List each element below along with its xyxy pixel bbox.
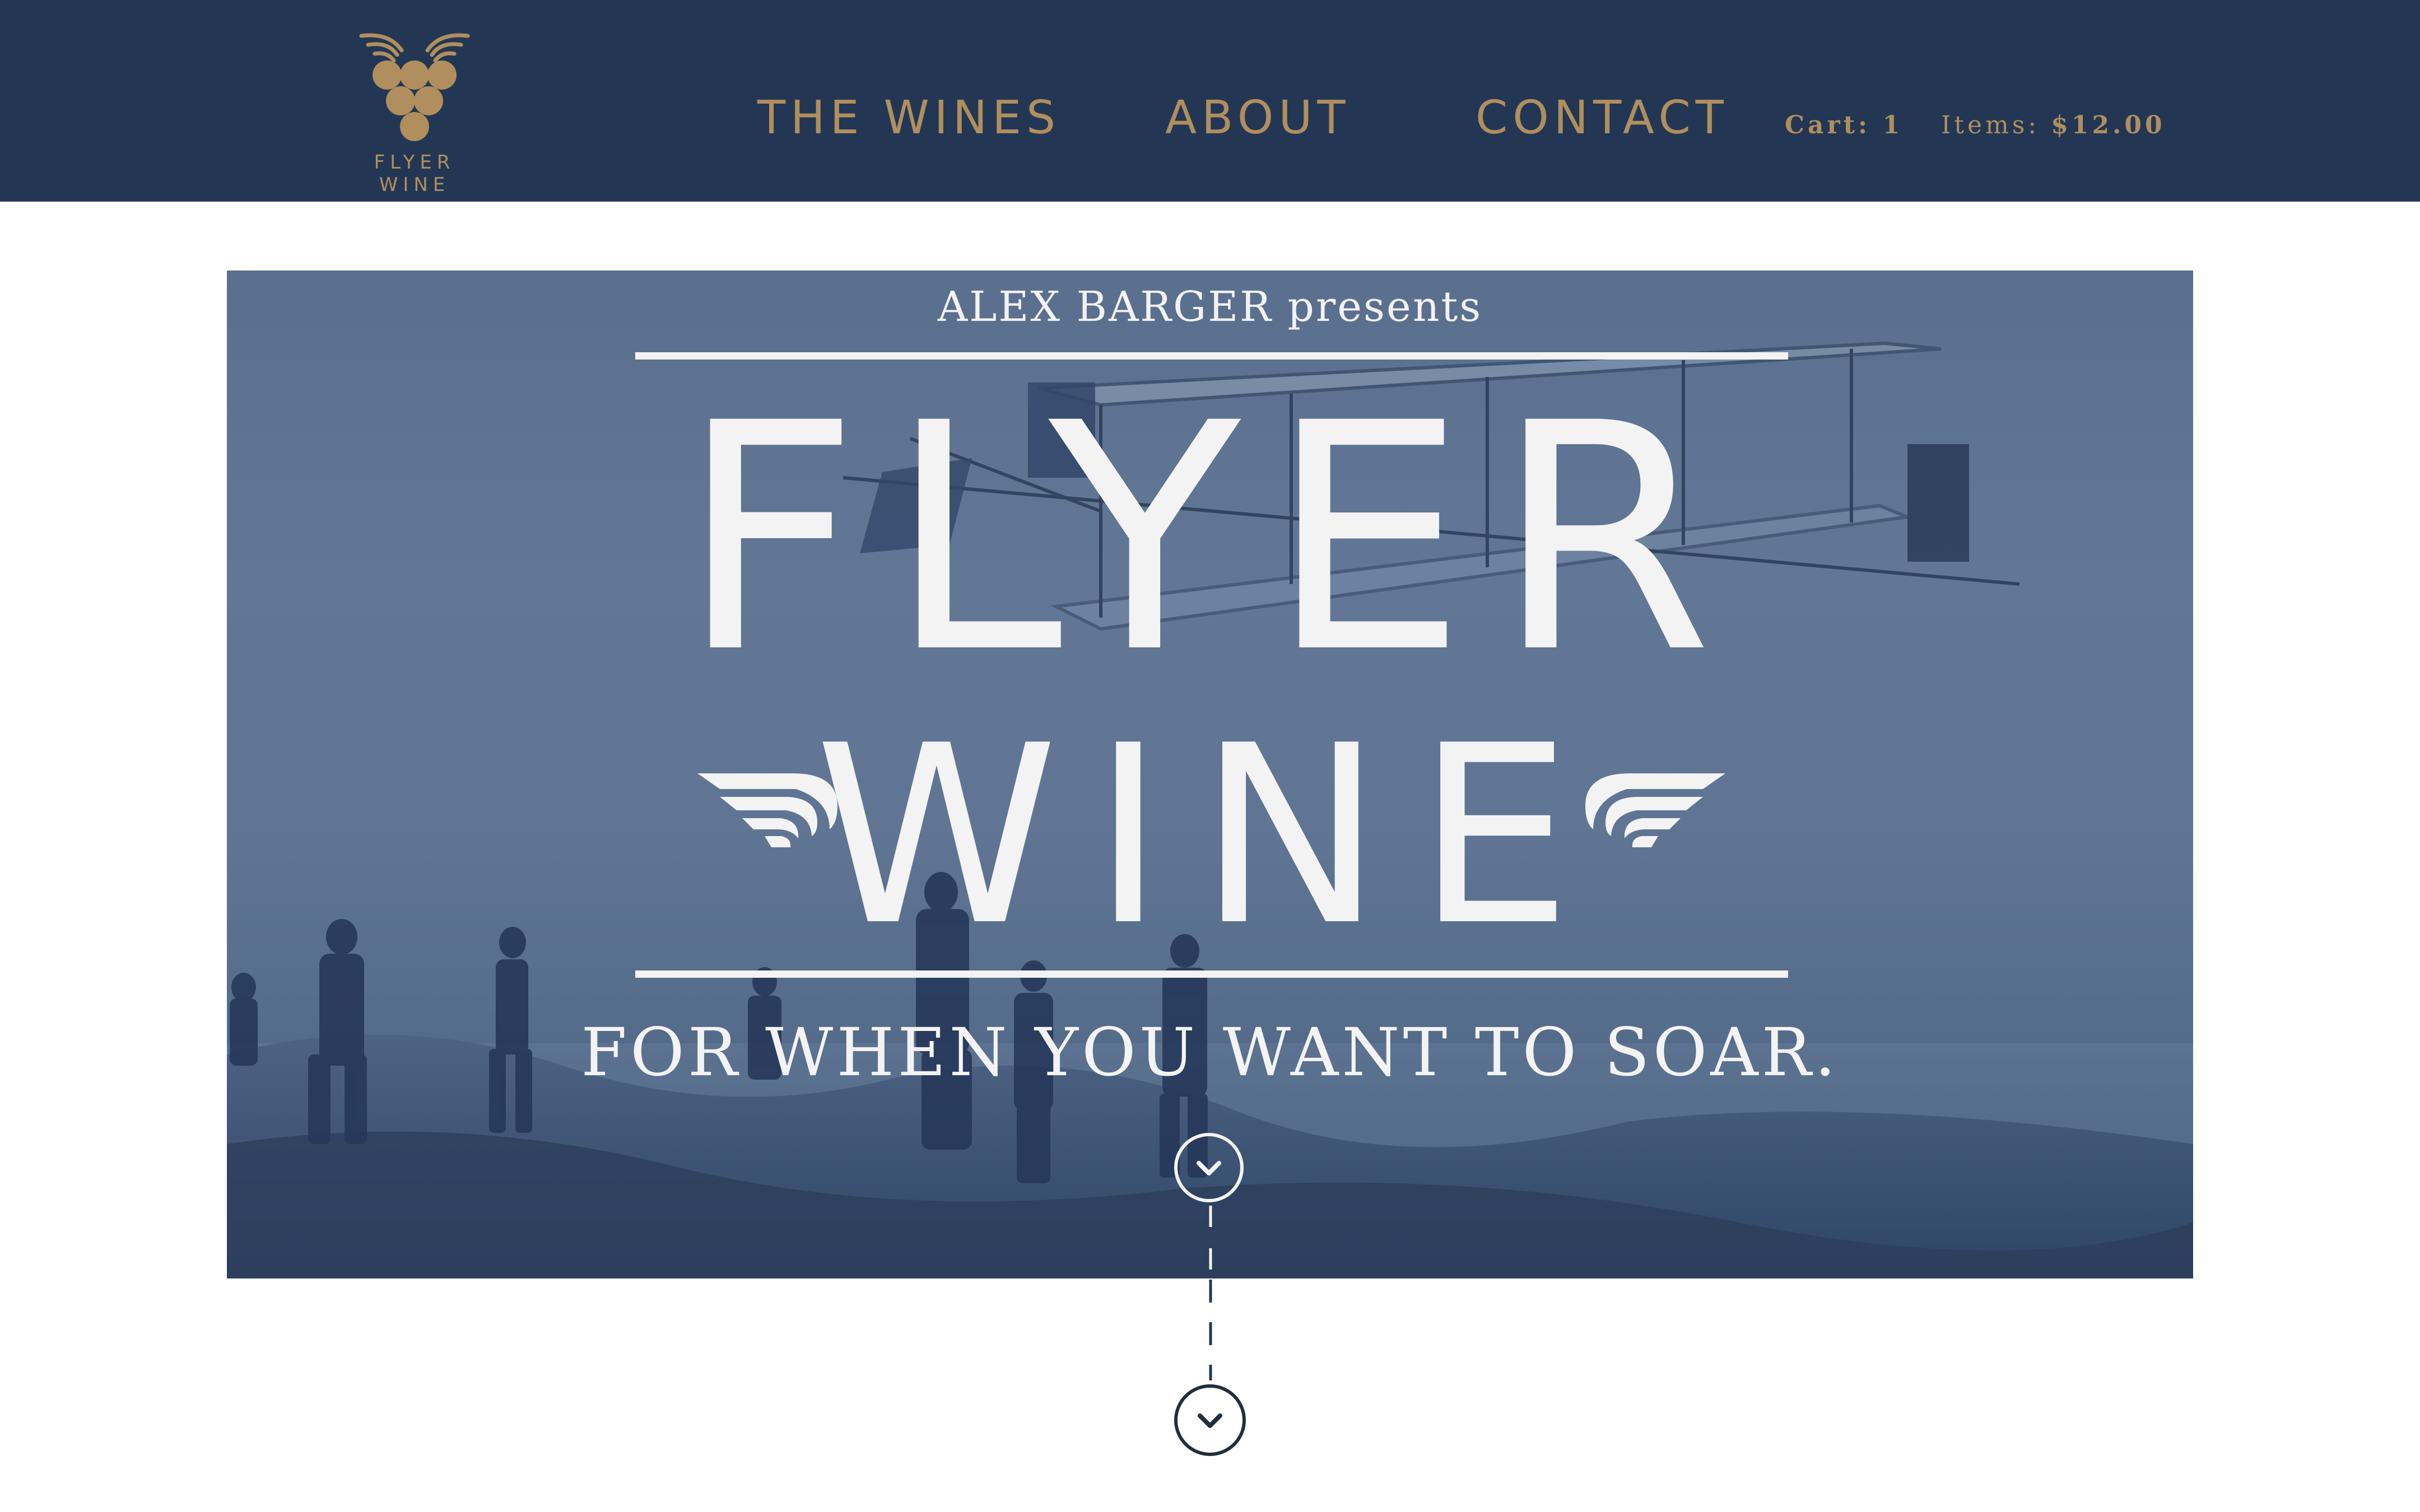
hero-title-wine: WINE xyxy=(815,693,1605,979)
wing-right-icon xyxy=(1585,773,1725,847)
chevron-down-icon xyxy=(1198,1413,1222,1428)
nav-contact[interactable]: CONTACT xyxy=(1476,95,1729,141)
cart-total-value: $12.00 xyxy=(2051,111,2166,139)
logo-link[interactable]: FLYER WINE xyxy=(336,28,493,196)
cart-items-total: Items: $12.00 xyxy=(1941,113,2166,138)
grape-wings-icon xyxy=(359,33,470,141)
nav-about[interactable]: ABOUT xyxy=(1165,95,1351,141)
hero-title-flyer: FLYER xyxy=(679,357,1741,722)
logo-text: FLYER WINE xyxy=(374,151,455,196)
chevron-down-icon xyxy=(1197,1161,1221,1175)
bottom-divider xyxy=(635,970,1788,978)
hero-scroll-down-button[interactable] xyxy=(1174,1133,1244,1202)
presents-text: ALEX BARGER presents xyxy=(937,283,1483,331)
scroll-dash-line-lower xyxy=(1209,1280,1212,1380)
cart-link[interactable]: Cart: 1 xyxy=(1785,113,1903,138)
site-header: FLYER WINE THE WINES ABOUT CONTACT Cart:… xyxy=(0,0,2420,202)
nav-the-wines[interactable]: THE WINES xyxy=(757,95,1060,141)
bottom-scroll-down-button[interactable] xyxy=(1174,1384,1246,1456)
hero-banner: ALEX BARGER presents FLYER WINE FOR WHEN… xyxy=(227,270,2193,1278)
cart-items-label: Items: xyxy=(1941,111,2040,139)
hero-tagline: FOR WHEN YOU WANT TO SOAR. xyxy=(581,1014,1839,1091)
